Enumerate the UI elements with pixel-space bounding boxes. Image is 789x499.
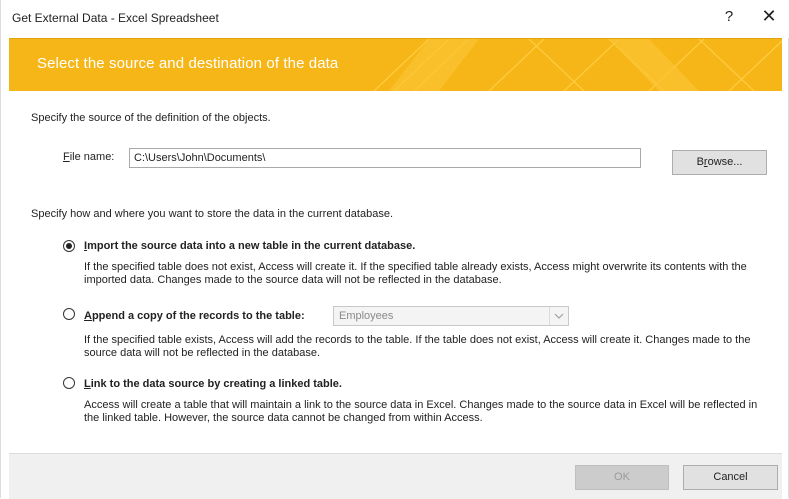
title-bar: Get External Data - Excel Spreadsheet ? … [1,0,789,38]
ok-button[interactable]: OK [575,465,669,490]
help-button[interactable]: ? [719,8,739,25]
close-button[interactable]: ✕ [759,6,779,27]
browse-button[interactable]: Browse... [672,150,767,175]
banner-heading: Select the source and destination of the… [37,55,339,72]
import-option-desc: If the specified table does not exist, A… [84,261,747,286]
header-banner: Select the source and destination of the… [9,38,782,92]
file-name-label: File name: [63,151,115,163]
link-radio[interactable] [63,377,75,389]
get-external-data-dialog: Get External Data - Excel Spreadsheet ? … [0,0,789,499]
import-option-label[interactable]: Import the source data into a new table … [84,240,415,252]
append-table-select[interactable]: Employees [333,306,569,326]
file-name-input[interactable] [129,148,641,168]
store-prompt: Specify how and where you want to store … [31,208,394,220]
append-radio[interactable] [63,308,75,320]
source-prompt: Specify the source of the definition of … [31,112,271,124]
append-option-label[interactable]: Append a copy of the records to the tabl… [84,310,305,322]
append-option-desc: If the specified table exists, Access wi… [84,334,751,359]
window-title: Get External Data - Excel Spreadsheet [12,11,219,25]
link-option-label[interactable]: Link to the data source by creating a li… [84,378,342,390]
link-option-desc: Access will create a table that will mai… [84,399,758,424]
cancel-button[interactable]: Cancel [683,465,778,490]
append-table-value: Employees [339,310,394,322]
chevron-down-icon [549,307,568,325]
import-radio[interactable] [63,240,75,252]
